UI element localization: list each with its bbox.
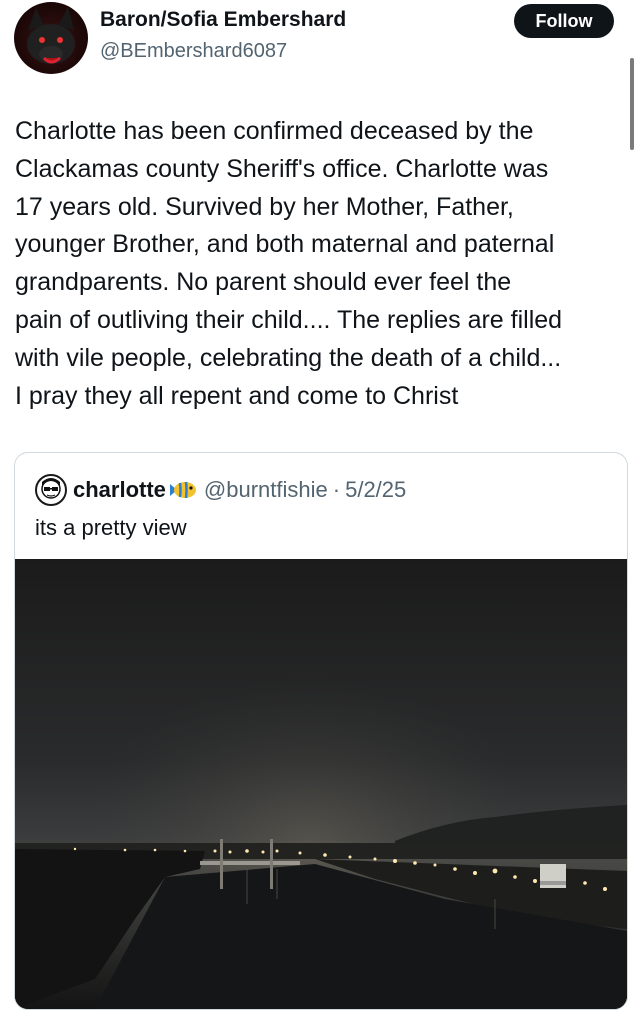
quoted-post[interactable]: charlotte @burntfishie · 5/2/25 its a pr… <box>14 452 628 1010</box>
post-text-line: pain of outliving their child.... The re… <box>15 305 563 334</box>
post-header: Baron/Sofia Embershard @BEmbershard6087 … <box>0 0 640 90</box>
author-display-name[interactable]: Baron/Sofia Embershard <box>100 8 346 32</box>
post-text-line: 17 years old. Survived by her Mother, Fa… <box>15 192 514 221</box>
quoted-display-name[interactable]: charlotte <box>73 477 166 503</box>
post-text-line: Charlotte has been confirmed deceased by… <box>15 117 534 145</box>
quoted-post-header: charlotte @burntfishie · 5/2/25 <box>35 474 406 506</box>
post-text-line: with vile people, celebrating the death … <box>15 343 562 372</box>
follow-button[interactable]: Follow <box>514 4 614 38</box>
night-river-cityscape-photo[interactable] <box>15 559 627 1009</box>
author-handle[interactable]: @BEmbershard6087 <box>100 40 287 63</box>
quoted-text: its a pretty view <box>35 515 187 540</box>
post-text-line: grandparents. No parent should ever feel… <box>15 268 512 297</box>
quoted-avatar[interactable] <box>35 474 67 506</box>
author-avatar[interactable] <box>14 2 88 74</box>
post-text-line: younger Brother, and both maternal and p… <box>15 230 555 259</box>
post-text-line: Clackamas county Sheriff's office. Charl… <box>15 154 549 183</box>
tropical-fish-icon <box>168 478 198 502</box>
quoted-separator: · <box>332 477 341 502</box>
post-text: Charlotte has been confirmed deceased by… <box>15 113 635 415</box>
quoted-handle[interactable]: @burntfishie <box>204 477 328 503</box>
quoted-date[interactable]: 5/2/25 <box>345 477 406 503</box>
post-text-line: I pray they all repent and come to Chris… <box>15 381 459 410</box>
